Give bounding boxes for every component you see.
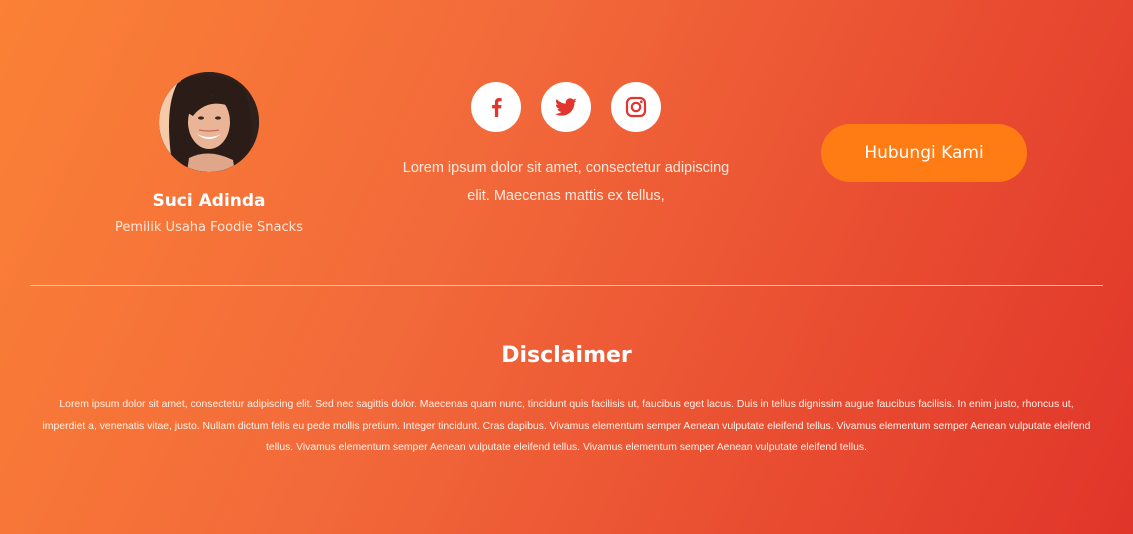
twitter-icon <box>554 98 577 116</box>
disclaimer-title: Disclaimer <box>501 343 632 368</box>
testimonial-profile: Suci Adinda Pemilik Usaha Foodie Snacks <box>88 72 330 237</box>
avatar-photo <box>159 72 259 172</box>
divider <box>30 285 1103 286</box>
instagram-link[interactable] <box>611 82 661 132</box>
disclaimer-text: Lorem ipsum dolor sit amet, consectetur … <box>42 399 1091 453</box>
avatar <box>159 72 259 172</box>
profile-role: Pemilik Usaha Foodie Snacks <box>115 220 303 235</box>
instagram-icon <box>625 96 647 118</box>
twitter-link[interactable] <box>541 82 591 132</box>
facebook-link[interactable] <box>471 82 521 132</box>
contact-button[interactable]: Hubungi Kami <box>821 124 1027 182</box>
facebook-icon <box>492 98 502 117</box>
tagline-text: Lorem ipsum dolor sit amet, consectetur … <box>402 160 730 204</box>
profile-name: Suci Adinda <box>152 191 266 211</box>
social-links <box>471 82 661 132</box>
